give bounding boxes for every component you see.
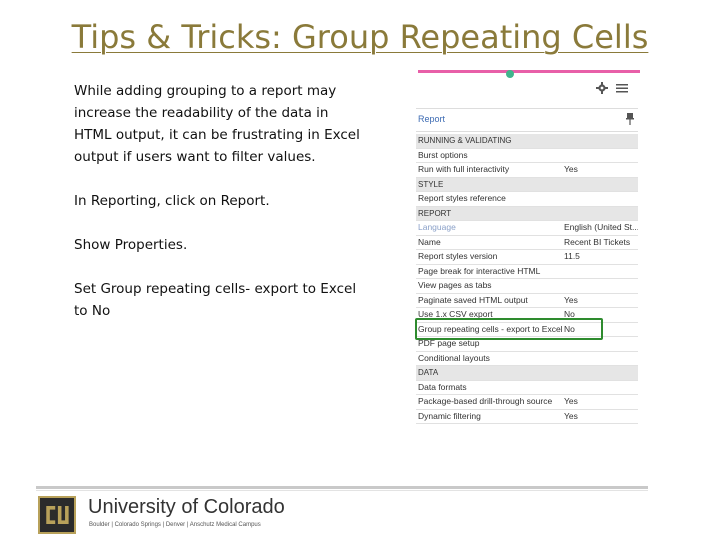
property-value: Yes [564, 294, 578, 305]
section-label: STYLE [418, 179, 444, 189]
property-value: Recent BI Tickets [564, 236, 631, 247]
property-row[interactable]: Language English (United St... [416, 221, 638, 236]
property-value: Yes [564, 164, 578, 174]
property-row[interactable]: Dynamic filtering Yes [416, 410, 638, 424]
panel-header[interactable]: Report [416, 108, 638, 132]
property-value: Yes [564, 410, 578, 421]
property-name: Data formats [418, 381, 467, 392]
property-row[interactable]: Name Recent BI Tickets [416, 236, 638, 250]
property-row[interactable]: Report styles reference [416, 192, 638, 207]
property-row[interactable]: Paginate saved HTML output Yes [416, 294, 638, 308]
section-label: REPORT [418, 208, 452, 218]
footer-divider-thin [36, 490, 648, 491]
footer-divider [36, 486, 648, 489]
gear-icon[interactable] [596, 82, 608, 94]
cu-logo-icon [38, 496, 76, 534]
property-name: Page break for interactive HTML [418, 265, 541, 276]
property-row[interactable]: View pages as tabs [416, 279, 638, 294]
panel-header-label: Report [418, 114, 446, 124]
resize-handle[interactable] [506, 70, 514, 78]
property-name: Report styles reference [418, 193, 506, 203]
campus-list: Boulder | Colorado Springs | Denver | An… [89, 522, 261, 528]
section-header: DATA [416, 366, 638, 381]
property-name: Language [418, 222, 456, 232]
property-row[interactable]: Burst options [416, 149, 638, 163]
highlight-box [415, 318, 603, 340]
property-row[interactable]: Conditional layouts [416, 352, 638, 366]
section-header: REPORT [416, 206, 638, 221]
slide-body: While adding grouping to a report may in… [74, 80, 364, 344]
section-header: RUNNING & VALIDATING [416, 134, 638, 149]
section-label: DATA [418, 368, 439, 377]
property-name: Name [418, 236, 441, 247]
property-name: Report styles version [418, 251, 498, 261]
property-row[interactable]: Page break for interactive HTML [416, 265, 638, 279]
slide-title: Tips & Tricks: Group Repeating Cells [71, 18, 649, 56]
property-name: Burst options [418, 149, 468, 160]
property-row[interactable]: Report styles version 11.5 [416, 250, 638, 265]
property-row[interactable]: Run with full interactivity Yes [416, 163, 638, 178]
property-name: Dynamic filtering [418, 410, 481, 421]
property-row[interactable]: Package-based drill-through source Yes [416, 395, 638, 410]
accent-bar [418, 70, 640, 73]
property-list: RUNNING & VALIDATING Burst options Run wit… [416, 134, 638, 424]
property-name: Package-based drill-through source [418, 396, 553, 406]
paragraph-intro: While adding grouping to a report may in… [74, 83, 360, 165]
property-value: Yes [564, 396, 578, 406]
section-header: STYLE [416, 177, 638, 192]
property-row[interactable]: Data formats [416, 381, 638, 395]
pin-icon[interactable] [626, 113, 634, 125]
property-name: Paginate saved HTML output [418, 294, 528, 305]
properties-panel: Report RUNNING & VALIDATING Burst options… [414, 70, 640, 428]
property-value: 11.5 [564, 251, 580, 261]
property-name: Run with full interactivity [418, 164, 510, 174]
university-name: University of Colorado [88, 496, 285, 518]
section-label: RUNNING & VALIDATING [418, 136, 512, 145]
property-name: View pages as tabs [418, 280, 492, 290]
paragraph-step-2: Show Properties. [74, 237, 188, 253]
property-name: Conditional layouts [418, 352, 490, 363]
property-value: English (United St... [564, 222, 638, 232]
paragraph-step-3: Set Group repeating cells- export to Exc… [74, 281, 357, 319]
properties-icon[interactable] [616, 83, 628, 93]
paragraph-step-1: In Reporting, click on Report. [74, 193, 270, 209]
